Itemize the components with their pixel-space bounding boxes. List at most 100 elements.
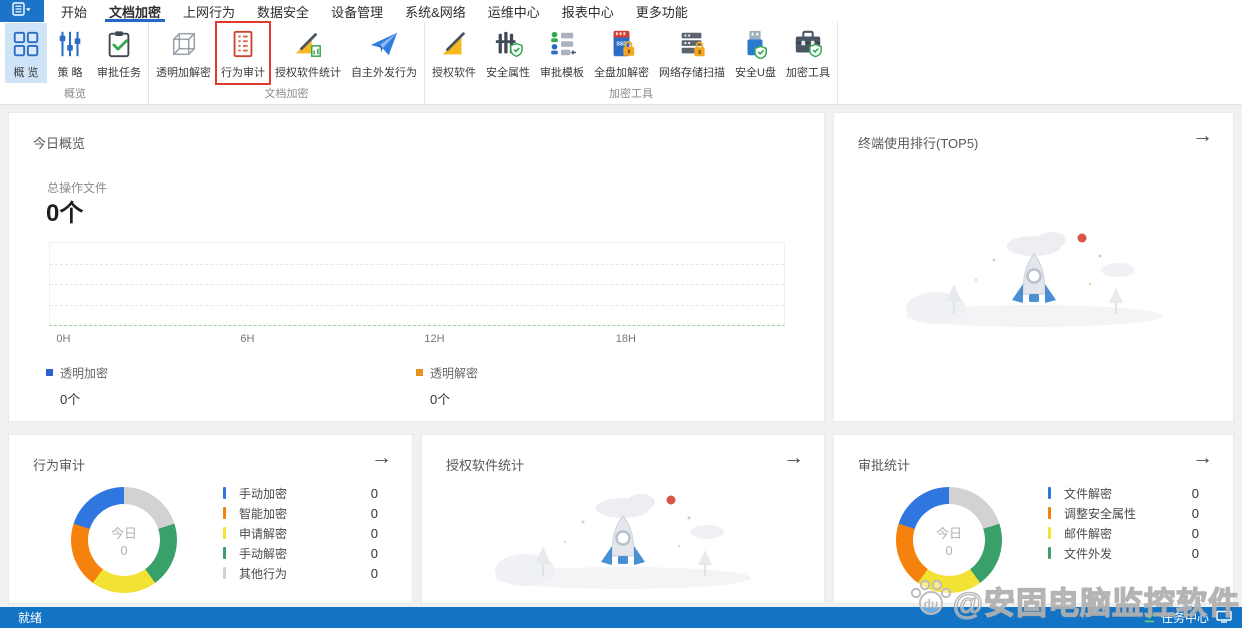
- x-axis-ticks: 0H 6H 12H 18H: [49, 333, 785, 347]
- ribbon-item-network-storage-scan[interactable]: 网络存储扫描: [655, 23, 729, 83]
- toolbox-shield-icon: [791, 27, 825, 61]
- tab-web-behavior[interactable]: 上网行为: [172, 0, 246, 22]
- legend-row: 文件外发 0: [1048, 543, 1199, 563]
- tab-data-security[interactable]: 数据安全: [246, 0, 320, 22]
- ruler-chart-icon: [291, 27, 325, 61]
- legend-value: 0个: [430, 392, 451, 407]
- card-behavior-audit: 行为审计 → 今日 0 手动加密 0 智能加密 0 申请解密 0 手动解密 0 其他行为 0: [8, 434, 413, 604]
- arrow-icon[interactable]: →: [371, 447, 392, 468]
- ribbon-item-authorized-software[interactable]: 授权软件: [428, 23, 480, 83]
- ribbon-item-label: 网络存储扫描: [659, 67, 725, 79]
- legend-label: 其他行为: [239, 566, 288, 581]
- card-approval-stats: 审批统计 → 今日 0 文件解密 0 调整安全属性 0 邮件解密 0 文件外发 0: [833, 434, 1234, 604]
- donut-legend: 手动加密 0 智能加密 0 申请解密 0 手动解密 0 其他行为 0: [223, 483, 378, 583]
- gridline: [50, 263, 784, 265]
- tab-label: 开始: [61, 4, 88, 20]
- donut-center-value: 0: [945, 542, 953, 558]
- ribbon-item-label: 授权软件: [432, 67, 476, 79]
- legend-label: 文件解密: [1064, 486, 1113, 501]
- legend-marker: [223, 567, 226, 579]
- x-tick: 18H: [615, 333, 636, 345]
- legend-value: 0: [370, 565, 378, 581]
- ribbon-item-crypt-tools[interactable]: 加密工具: [782, 23, 834, 83]
- tab-system-network[interactable]: 系统&网络: [394, 0, 477, 22]
- legend-row: 文件解密 0: [1048, 483, 1199, 503]
- ribbon-item-secure-usb[interactable]: 安全U盘: [731, 23, 780, 83]
- legend-marker: [416, 369, 423, 377]
- ribbon-item-self-outgoing[interactable]: 自主外发行为: [347, 23, 421, 83]
- ribbon-item-label: 透明加解密: [156, 67, 211, 79]
- donut-center: 今日 0: [71, 487, 177, 593]
- gridline: [50, 284, 784, 285]
- legend-marker: [223, 527, 226, 539]
- legend-marker: [223, 487, 226, 499]
- server-lock-icon: [675, 27, 709, 61]
- arrow-icon[interactable]: →: [1192, 447, 1213, 468]
- ribbon-group-label: 概览: [64, 88, 86, 100]
- tab-ops-center[interactable]: 运维中心: [477, 0, 551, 22]
- ribbon-item-overview[interactable]: 概 览: [5, 23, 47, 83]
- card-title: 终端使用排行(TOP5): [858, 136, 979, 151]
- tab-label: 运维中心: [487, 4, 540, 20]
- ribbon-item-approval-template[interactable]: 审批模板: [536, 23, 588, 83]
- ribbon-item-policy[interactable]: 策 略: [49, 23, 91, 83]
- legend-value: 0: [1191, 485, 1199, 501]
- fence-shield-icon: [491, 27, 525, 61]
- ribbon-item-behavior-audit[interactable]: 行为审计: [215, 21, 271, 85]
- ribbon-item-security-attrs[interactable]: 安全属性: [482, 23, 534, 83]
- app-menu-button[interactable]: [0, 0, 44, 22]
- ruler-pencil-icon: [437, 27, 471, 61]
- tab-device-mgmt[interactable]: 设备管理: [320, 0, 394, 22]
- arrow-icon[interactable]: →: [1192, 125, 1213, 146]
- legend-label: 智能加密: [239, 506, 288, 521]
- tab-start[interactable]: 开始: [50, 0, 98, 22]
- clipboard-check-icon: [102, 27, 136, 61]
- legend-label: 手动解密: [239, 546, 288, 561]
- cube-icon: [167, 27, 201, 61]
- ribbon-item-transparent-crypt[interactable]: 透明加解密: [152, 23, 215, 83]
- grid-icon: [9, 27, 43, 61]
- ssd-lock-icon: SSD: [605, 27, 639, 61]
- legend-row: 调整安全属性 0: [1048, 503, 1199, 523]
- legend-row: 邮件解密 0: [1048, 523, 1199, 543]
- tab-doc-encrypt[interactable]: 文档加密: [98, 0, 172, 22]
- gridline: [50, 304, 784, 306]
- card-title: 审批统计: [858, 458, 911, 473]
- statusbar: 就绪 任务中心: [0, 607, 1242, 628]
- ribbon: 概 览策 略审批任务 概览 透明加解密 行为审计 授权软件统计 自主外发行为 文档加密 授权软…: [0, 21, 1242, 105]
- ribbon-item-authorized-software-stats[interactable]: 授权软件统计: [271, 23, 345, 83]
- task-center-label: 任务中心: [1160, 611, 1209, 625]
- stat-value: 0个: [46, 200, 84, 227]
- tab-more-features[interactable]: 更多功能: [625, 0, 699, 22]
- legend-row: 智能加密 0: [223, 503, 378, 523]
- paper-plane-icon: [367, 27, 401, 61]
- legend-value: 0: [370, 545, 378, 561]
- donut-chart: 今日 0: [71, 487, 177, 593]
- legend-row: 手动解密 0: [223, 543, 378, 563]
- app-icon: [12, 1, 32, 21]
- donut-center-value: 0: [120, 542, 128, 558]
- audit-doc-icon: [226, 27, 260, 61]
- ribbon-group: 概 览 策 略 审批任务 概览: [2, 22, 149, 104]
- ribbon-group: 授权软件 安全属性 审批模板 SSD 全盘加解密 网络存储扫描 安全U盘 加密工具 加密工具: [425, 22, 838, 104]
- legend-marker: [1048, 507, 1051, 519]
- x-tick: 6H: [240, 333, 255, 345]
- empty-state-illustration: [473, 472, 773, 597]
- card-terminal-rank: 终端使用排行(TOP5) →: [833, 112, 1234, 422]
- today-legend-item: 透明解密 0个: [416, 364, 478, 408]
- legend-marker: [46, 369, 53, 377]
- ribbon-item-approval-tasks[interactable]: 审批任务: [93, 23, 145, 83]
- legend-row: 其他行为 0: [223, 563, 378, 583]
- donut-center-label: 今日: [935, 525, 962, 541]
- monitor-icon[interactable]: [1216, 610, 1232, 626]
- task-center-button[interactable]: 任务中心: [1143, 609, 1209, 626]
- tab-report-center[interactable]: 报表中心: [551, 0, 625, 22]
- legend-value: 0: [1191, 505, 1199, 521]
- ribbon-item-full-disk-crypt[interactable]: SSD 全盘加解密: [590, 23, 653, 83]
- sliders-icon: [53, 27, 87, 61]
- legend-label: 申请解密: [239, 526, 288, 541]
- arrow-icon[interactable]: →: [783, 447, 804, 468]
- legend-label: 手动加密: [239, 486, 288, 501]
- legend-value: 0: [1191, 525, 1199, 541]
- tab-label: 文档加密: [109, 4, 162, 20]
